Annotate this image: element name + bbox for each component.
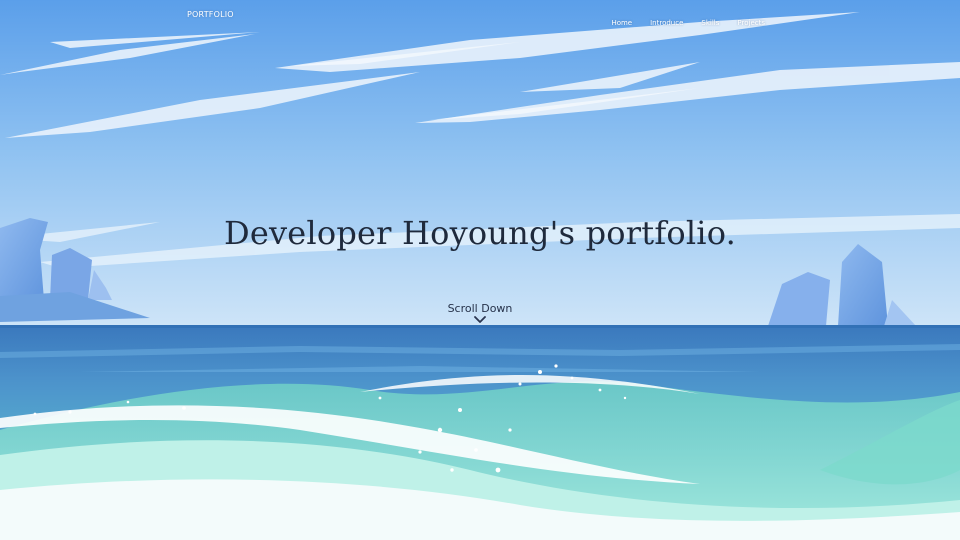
nav-item-introduce: Introduce (650, 10, 683, 29)
logo-link[interactable]: PORTFOLIO (187, 10, 234, 19)
nav-links: Home Introduce Skills Projects (611, 10, 765, 29)
nav-link-home[interactable]: Home (611, 19, 632, 27)
nav-link-introduce[interactable]: Introduce (650, 19, 683, 27)
nav-item-skills: Skills (701, 10, 719, 29)
nav-item-projects: Projects (737, 10, 765, 29)
nav-link-skills[interactable]: Skills (701, 19, 719, 27)
scroll-down-label: Scroll Down (447, 302, 513, 315)
scroll-down-button[interactable]: Scroll Down (430, 302, 530, 324)
hero-title: Developer Hoyoung's portfolio. (224, 214, 736, 252)
chevron-down-icon (474, 316, 486, 323)
hero-section: PORTFOLIO Home Introduce Skills Projects… (0, 0, 960, 540)
ocean-background-illustration (0, 0, 960, 540)
top-navigation: PORTFOLIO Home Introduce Skills Projects (0, 0, 960, 32)
nav-item-home: Home (611, 10, 632, 29)
nav-link-projects[interactable]: Projects (737, 19, 765, 27)
